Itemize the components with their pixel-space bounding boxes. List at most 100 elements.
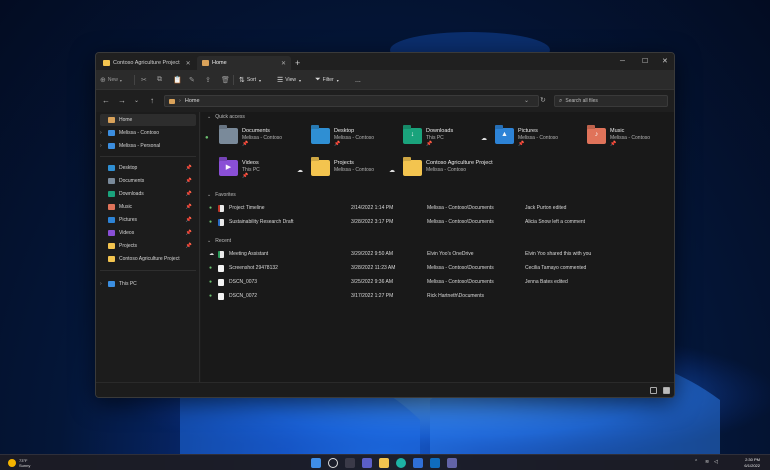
- quick-access-music[interactable]: ♪ Music Melissa - Contoso 📌: [573, 124, 661, 150]
- sidebar-item-home[interactable]: Home: [100, 114, 196, 126]
- rename-button[interactable]: ✎: [189, 74, 197, 86]
- recent-row[interactable]: ● DSCN_0072 3/17/2022 1:27 PM Rick Hartn…: [207, 290, 669, 303]
- recent-row[interactable]: ● DSCN_0073 3/25/2022 9:36 AM Melissa - …: [207, 276, 669, 289]
- maximize-button[interactable]: ☐: [642, 56, 648, 68]
- sidebar-item-downloads[interactable]: Downloads 📌: [100, 188, 196, 200]
- teams-work-icon[interactable]: [447, 458, 457, 468]
- folder-icon: [103, 60, 110, 66]
- task-view-icon[interactable]: [345, 458, 355, 468]
- file-date: 3/28/2022 3:17 PM: [351, 219, 394, 225]
- search-input[interactable]: ⌕ Search all files: [554, 95, 668, 107]
- file-explorer-icon[interactable]: [379, 458, 389, 468]
- sun-icon: [8, 459, 16, 467]
- synced-icon: ●: [209, 293, 213, 299]
- home-icon: [108, 117, 115, 123]
- sidebar-item-desktop[interactable]: Desktop 📌: [100, 162, 196, 174]
- file-activity: Elvin Yoo shared this with you: [525, 251, 592, 257]
- chevron-right-icon[interactable]: ›: [100, 130, 108, 136]
- recent-locations-button[interactable]: ⌄: [134, 95, 139, 107]
- new-tab-button[interactable]: +: [295, 56, 300, 70]
- sidebar-item-videos[interactable]: Videos 📌: [100, 227, 196, 239]
- minimize-button[interactable]: ─: [620, 56, 625, 68]
- filter-button[interactable]: ⏷ Filter ▾: [315, 74, 339, 86]
- sidebar-item-contoso-agriculture[interactable]: Contoso Agriculture Project: [100, 253, 196, 265]
- chevron-down-icon: ⌄: [207, 192, 212, 198]
- file-activity: Jack Purton edited: [525, 205, 567, 211]
- search-icon[interactable]: [328, 458, 338, 468]
- copy-button[interactable]: ⧉: [157, 74, 164, 86]
- address-dropdown-button[interactable]: ⌄: [524, 95, 529, 107]
- up-button[interactable]: ↑: [150, 95, 154, 107]
- share-button[interactable]: ⇪: [205, 74, 213, 86]
- play-icon: ▶: [225, 164, 232, 171]
- folder-icon: [403, 160, 422, 176]
- quick-access-documents[interactable]: ● Documents Melissa - Contoso 📌: [205, 124, 293, 150]
- chevron-right-icon[interactable]: ›: [100, 143, 108, 149]
- sidebar-item-pictures[interactable]: Pictures 📌: [100, 214, 196, 226]
- quick-access-videos[interactable]: ▶ Videos This PC 📌: [205, 156, 293, 182]
- pc-icon: [108, 281, 115, 287]
- tray-chevron-icon[interactable]: ⌃: [694, 459, 698, 465]
- quick-access-pictures[interactable]: ☁ ▲ Pictures Melissa - Contoso 📌: [481, 124, 569, 150]
- close-window-button[interactable]: ✕: [662, 56, 668, 68]
- recent-row[interactable]: [207, 315, 669, 328]
- cut-button[interactable]: ✂: [141, 74, 149, 86]
- details-view-icon[interactable]: [650, 387, 657, 394]
- pin-icon: 📌: [242, 141, 249, 147]
- status-bar: [96, 382, 674, 397]
- volume-icon[interactable]: ◁: [714, 459, 718, 465]
- sidebar-item-melissa-personal[interactable]: › Melissa - Personal: [100, 140, 196, 152]
- recent-row[interactable]: ☁ Meeting Assistant 3/29/2022 9:50 AM El…: [207, 248, 669, 261]
- tab-home[interactable]: Home ✕: [197, 56, 291, 70]
- back-button[interactable]: ←: [102, 95, 110, 107]
- sidebar-item-documents[interactable]: Documents 📌: [100, 175, 196, 187]
- wifi-icon[interactable]: ≋: [705, 459, 709, 465]
- weather-widget[interactable]: 73°F Sunny: [8, 458, 30, 468]
- quick-access-projects[interactable]: ☁ Projects Melissa - Contoso: [297, 156, 385, 182]
- recent-header[interactable]: ⌄ Recent: [207, 238, 231, 244]
- item-location: Melissa - Contoso: [334, 167, 375, 173]
- sidebar-item-music[interactable]: Music 📌: [100, 201, 196, 213]
- favorites-header[interactable]: ⌄ Favorites: [207, 192, 236, 198]
- chevron-right-icon[interactable]: ›: [100, 281, 108, 287]
- view-button[interactable]: ☰ View ▾: [277, 74, 301, 86]
- favorites-row[interactable]: ● Sustainability Research Draft 3/28/202…: [207, 216, 669, 229]
- taskbar: 73°F Sunny ⌃ ≋ ◁ 2:30 PM 6/1/2022: [0, 454, 770, 470]
- recent-row[interactable]: ● Screenshot 29478132 3/28/2022 11:23 AM…: [207, 262, 669, 275]
- sidebar-item-melissa-contoso[interactable]: › Melissa - Contoso: [100, 127, 196, 139]
- sidebar-item-projects[interactable]: Projects 📌: [100, 240, 196, 252]
- clock[interactable]: 2:30 PM 6/1/2022: [726, 457, 760, 469]
- pin-icon: 📌: [242, 173, 249, 179]
- outlook-icon[interactable]: [430, 458, 440, 468]
- quick-access-desktop[interactable]: Desktop Melissa - Contoso 📌: [297, 124, 385, 150]
- delete-button[interactable]: 🗑: [221, 74, 232, 86]
- item-name: Videos: [242, 160, 259, 166]
- paste-button[interactable]: 📋: [173, 74, 184, 86]
- quick-access-downloads[interactable]: ↓ Downloads This PC 📌: [389, 124, 477, 150]
- edge-icon[interactable]: [396, 458, 406, 468]
- section-title: Recent: [215, 238, 232, 244]
- forward-button[interactable]: →: [118, 95, 126, 107]
- sort-button[interactable]: ⇅ Sort ▾: [239, 74, 261, 86]
- downloads-icon: [108, 191, 115, 197]
- sidebar-item-this-pc[interactable]: › This PC: [100, 278, 196, 290]
- favorites-row[interactable]: ● Project Timeline 2/14/2022 1:14 PM Mel…: [207, 202, 669, 215]
- quick-access-contoso-agriculture[interactable]: ☁ Contoso Agriculture Project Melissa - …: [389, 156, 509, 182]
- address-bar[interactable]: › Home: [164, 95, 539, 107]
- refresh-button[interactable]: ↻: [540, 95, 546, 107]
- tab-label: Contoso Agriculture Project: [113, 60, 180, 66]
- quick-access-header[interactable]: ⌄ Quick access: [207, 114, 245, 120]
- more-options-button[interactable]: ...: [355, 74, 361, 86]
- close-tab-icon[interactable]: ✕: [281, 60, 286, 67]
- new-button[interactable]: ⊕ New ▾: [100, 74, 122, 86]
- tab-contoso-agriculture[interactable]: Contoso Agriculture Project ✕: [98, 56, 196, 70]
- start-icon[interactable]: [311, 458, 321, 468]
- videos-icon: [108, 230, 115, 236]
- close-tab-icon[interactable]: ✕: [186, 60, 191, 67]
- sidebar-item-label: Home: [119, 117, 133, 123]
- file-explorer-window: Contoso Agriculture Project ✕ Home ✕ + ─…: [95, 52, 675, 398]
- file-name: DSCN_0073: [229, 279, 258, 285]
- store-icon[interactable]: [413, 458, 423, 468]
- tiles-view-icon[interactable]: [663, 387, 670, 394]
- teams-icon[interactable]: [362, 458, 372, 468]
